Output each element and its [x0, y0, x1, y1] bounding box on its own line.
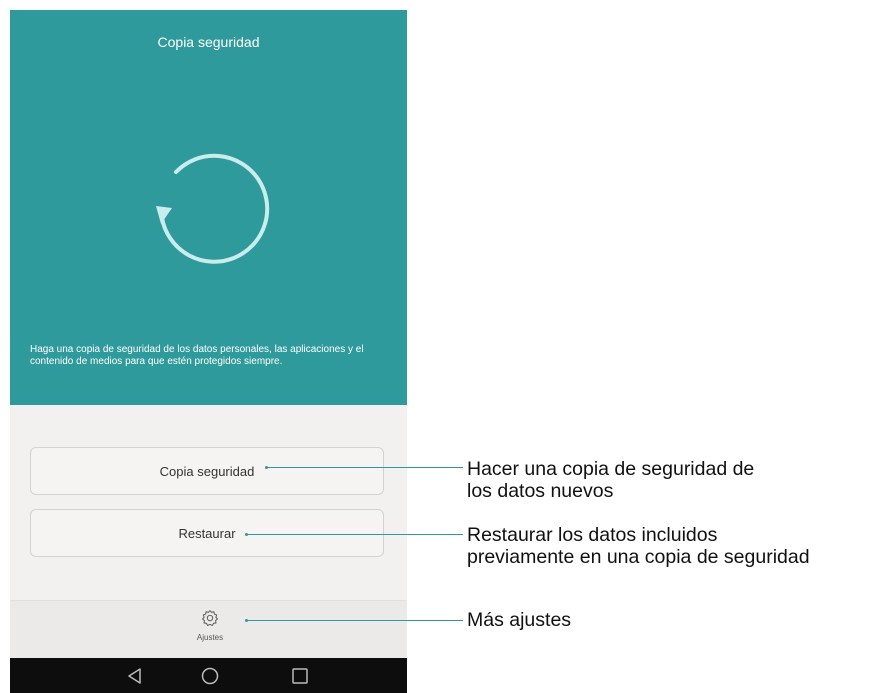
callout-backup: Hacer una copia de seguridad de los dato… [467, 458, 754, 502]
callout-settings: Más ajustes [467, 609, 571, 631]
settings-button[interactable]: Ajustes [180, 609, 240, 642]
backup-hero: Copia seguridad Haga una copia de seguri… [10, 10, 407, 405]
page-title: Copia seguridad [157, 34, 260, 50]
callout-backup-line2: los datos nuevos [467, 480, 614, 502]
system-navbar [10, 658, 407, 693]
restore-button[interactable]: Restaurar [30, 509, 384, 557]
backup-description: Haga una copia de seguridad de los datos… [30, 344, 364, 367]
callout-line-restore [247, 534, 463, 535]
home-circle-icon[interactable] [200, 666, 220, 686]
gear-icon [202, 610, 218, 626]
back-triangle-icon[interactable] [125, 666, 145, 686]
callout-restore-line1: Restaurar los datos incluidos [467, 524, 718, 546]
callout-settings-text: Más ajustes [467, 609, 572, 631]
callout-restore: Restaurar los datos incluidos previament… [467, 524, 810, 568]
callout-line-settings [247, 620, 463, 621]
backup-sync-icon [156, 153, 270, 264]
settings-label: Ajustes [196, 633, 224, 642]
callout-line-backup [267, 467, 463, 468]
recent-square-icon[interactable] [290, 666, 310, 686]
callout-restore-line2: previamente en una copia de seguridad [467, 546, 810, 568]
bottom-bar: Ajustes [10, 600, 407, 659]
phone-screen: Copia seguridad Haga una copia de seguri… [10, 10, 407, 693]
callout-backup-line1: Hacer una copia de seguridad de [467, 458, 755, 480]
backup-button[interactable]: Copia seguridad [30, 447, 384, 495]
